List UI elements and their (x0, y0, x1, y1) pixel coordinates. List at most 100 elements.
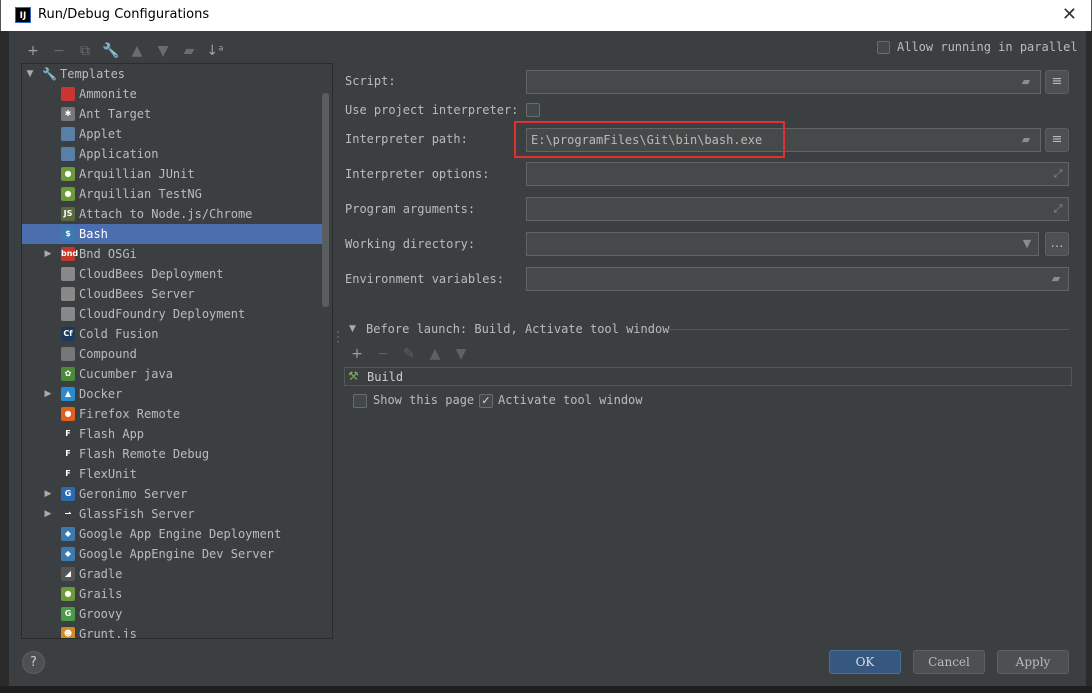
tree-item[interactable]: Cf Cold Fusion (22, 324, 322, 344)
folder-icon[interactable]: ▰ (1048, 272, 1064, 286)
tree-root-templates[interactable]: ▼ 🔧 Templates (22, 64, 322, 84)
help-button[interactable]: ? (22, 651, 45, 674)
tree-item[interactable]: Compound (22, 344, 322, 364)
working-directory-input[interactable] (526, 232, 1039, 256)
before-launch-list[interactable]: ⚒ Build (344, 367, 1072, 386)
tree-item[interactable]: ✿ Cucumber java (22, 364, 322, 384)
add-icon[interactable]: + (24, 42, 42, 60)
wrench-icon[interactable]: 🔧 (102, 42, 120, 60)
expand-arrow-icon[interactable]: ▶ (43, 484, 53, 504)
tree-item[interactable]: F Flash App (22, 424, 322, 444)
tree-item[interactable]: Application (22, 144, 322, 164)
close-icon[interactable]: ✕ (1062, 4, 1077, 25)
show-this-page-checkbox[interactable] (353, 394, 367, 408)
remove-icon[interactable]: − (50, 42, 68, 60)
interpreter-options-label: Interpreter options: (345, 167, 490, 181)
edit-icon[interactable]: ✎ (401, 346, 417, 362)
tree-item[interactable]: ◆ Google App Engine Deployment (22, 524, 322, 544)
tree-item-label: Ant Target (79, 107, 152, 121)
tree-item[interactable]: Ammonite (22, 84, 322, 104)
tree-item[interactable]: ▶ bnd Bnd OSGi (22, 244, 322, 264)
ok-button[interactable]: OK (829, 650, 901, 674)
expand-icon[interactable]: ⤢ (1050, 202, 1066, 216)
script-label: Script: (345, 74, 396, 88)
cloudbees-icon (61, 267, 75, 281)
tree-item[interactable]: ● Arquillian JUnit (22, 164, 322, 184)
apply-button[interactable]: Apply (997, 650, 1069, 674)
expand-arrow-icon[interactable]: ▶ (43, 384, 53, 404)
collapse-arrow-icon[interactable]: ▼ (349, 324, 356, 334)
collapse-arrow-icon[interactable]: ▼ (25, 64, 35, 84)
chevron-down-icon[interactable]: ▼ (1019, 237, 1035, 251)
use-project-interpreter-checkbox[interactable] (526, 103, 540, 117)
use-project-interpreter-label: Use project interpreter: (345, 103, 519, 117)
tree-item[interactable]: ▶ G Geronimo Server (22, 484, 322, 504)
tree-item-label: GlassFish Server (79, 507, 195, 521)
appengine-icon: ◆ (61, 527, 75, 541)
bash-icon: $ (61, 227, 75, 241)
flexunit-icon: F (61, 467, 75, 481)
tree-item[interactable]: ● Grails (22, 584, 322, 604)
move-down-icon[interactable]: ▼ (154, 42, 172, 60)
tree-item[interactable]: CloudBees Server (22, 284, 322, 304)
folder-icon[interactable]: ▰ (1018, 133, 1034, 147)
move-up-icon[interactable]: ▲ (427, 346, 443, 362)
expand-arrow-icon[interactable]: ▶ (43, 244, 53, 264)
tree-item[interactable]: ✱ Ant Target (22, 104, 322, 124)
expand-icon[interactable]: ⤢ (1050, 167, 1066, 181)
tree-item[interactable]: ◆ Google AppEngine Dev Server (22, 544, 322, 564)
tree-item[interactable]: ● Arquillian TestNG (22, 184, 322, 204)
docker-icon: ▲ (61, 387, 75, 401)
cancel-button[interactable]: Cancel (913, 650, 985, 674)
interpreter-menu-button[interactable]: ≡ (1045, 128, 1069, 152)
firefox-icon: ● (61, 407, 75, 421)
allow-parallel-checkbox[interactable] (877, 41, 890, 54)
flash-icon: F (61, 427, 75, 441)
tree-scrollbar[interactable] (322, 93, 329, 307)
tree-item[interactable]: CloudFoundry Deployment (22, 304, 322, 324)
move-up-icon[interactable]: ▲ (128, 42, 146, 60)
tree-item-label: Bnd OSGi (79, 247, 137, 261)
tree-item[interactable]: ▶ ⇀ GlassFish Server (22, 504, 322, 524)
activate-tool-window-checkbox[interactable]: ✓ (479, 394, 493, 408)
program-arguments-input[interactable] (526, 197, 1069, 221)
interpreter-path-label: Interpreter path: (345, 132, 468, 146)
expand-arrow-icon[interactable]: ▶ (43, 504, 53, 524)
environment-variables-input[interactable] (526, 267, 1069, 291)
sort-icon[interactable]: ↓ᵃ (206, 42, 224, 60)
tree-item-label: Grunt.js (79, 627, 137, 639)
browse-button[interactable]: … (1045, 232, 1069, 256)
window-edge-left (0, 31, 9, 686)
script-input[interactable] (526, 70, 1041, 94)
move-down-icon[interactable]: ▼ (453, 346, 469, 362)
interpreter-options-input[interactable] (526, 162, 1069, 186)
folder-icon[interactable]: ▰ (180, 42, 198, 60)
window-edge-right (1086, 31, 1092, 686)
allow-parallel-label: Allow running in parallel (897, 40, 1078, 54)
add-icon[interactable]: + (349, 346, 365, 362)
tree-item[interactable]: ☻ Grunt.js (22, 624, 322, 639)
folder-icon[interactable]: ▰ (1018, 75, 1034, 89)
tree-item[interactable]: ● Firefox Remote (22, 404, 322, 424)
tree-item-label: CloudFoundry Deployment (79, 307, 246, 321)
geronimo-icon: G (61, 487, 75, 501)
applet-icon (61, 127, 75, 141)
splitter-handle[interactable]: · · · (335, 328, 341, 348)
tree-item[interactable]: F FlexUnit (22, 464, 322, 484)
list-item[interactable]: Build (367, 369, 403, 385)
cloudbees-icon (61, 287, 75, 301)
tree-item[interactable]: ▶ ▲ Docker (22, 384, 322, 404)
configuration-tree[interactable]: ▼ 🔧 Templates Ammonite ✱ Ant Target Applet A… (21, 63, 333, 639)
ammonite-icon (61, 87, 75, 101)
script-menu-button[interactable]: ≡ (1045, 70, 1069, 94)
copy-icon[interactable]: ⧉ (76, 42, 94, 60)
tree-item[interactable]: F Flash Remote Debug (22, 444, 322, 464)
tree-item-label: Google App Engine Deployment (79, 527, 282, 541)
tree-item[interactable]: CloudBees Deployment (22, 264, 322, 284)
tree-item[interactable]: JS Attach to Node.js/Chrome (22, 204, 322, 224)
remove-icon[interactable]: − (375, 346, 391, 362)
tree-item[interactable]: ◢ Gradle (22, 564, 322, 584)
tree-item[interactable]: $ Bash (22, 224, 322, 244)
tree-item[interactable]: Applet (22, 124, 322, 144)
tree-item[interactable]: G Groovy (22, 604, 322, 624)
